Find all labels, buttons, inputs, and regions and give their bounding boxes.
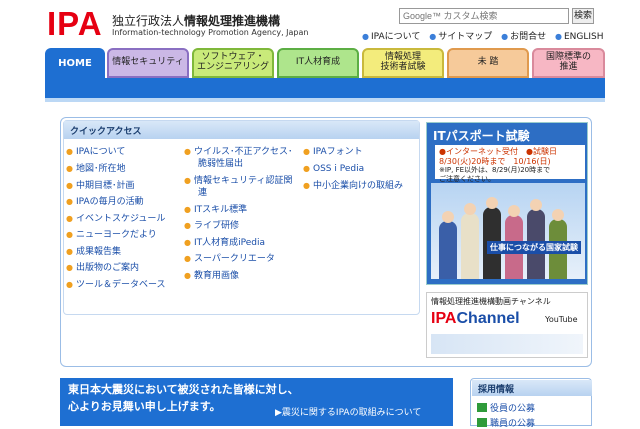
bullet-icon: ● <box>66 147 73 156</box>
qa-link-edu-images[interactable]: ● 教育用画像 <box>184 270 239 282</box>
qa-link-ipedia[interactable]: ● IT人材育成iPedia <box>184 237 265 249</box>
person-figure <box>439 221 457 279</box>
qa-link-tools[interactable]: ● ツール＆データベース <box>66 279 166 291</box>
banner-note2: ご注意ください。 <box>439 174 495 183</box>
tab-it-exam[interactable]: 情報処理 技術者試験 <box>362 48 444 78</box>
bullet-icon: ● <box>66 214 73 223</box>
recruit-box: 採用情報 役員の公募 職員の公募 <box>470 378 592 429</box>
org-main-name: 情報処理推進機構 <box>184 14 281 28</box>
person-head <box>552 209 564 221</box>
quake-message-line2: 心よりお見舞い申し上げます。 <box>68 400 221 413</box>
banner-info: ●インターネット受付 ●試験日 8/30(火)20時まで 10/16(日) ※I… <box>435 145 585 183</box>
qa-link-publications[interactable]: ● 出版物のご案内 <box>66 262 139 274</box>
search-button[interactable]: 検索 <box>572 8 594 24</box>
qa-link-ipa-font[interactable]: ● IPAフォント <box>303 146 363 158</box>
recruit-title: 採用情報 <box>472 380 592 396</box>
ipa-channel-banner[interactable]: 情報処理推進機構動画チャンネル IPAChannel YouTube <box>426 292 588 358</box>
org-prefix: 独立行政法人 <box>112 14 185 28</box>
qa-link-reports[interactable]: ● 成果報告集 <box>66 246 121 258</box>
bullet-icon: ● <box>429 32 437 41</box>
bullet-icon: ● <box>184 238 191 247</box>
bullet-icon: ● <box>184 271 191 280</box>
banner-illustration <box>431 183 585 279</box>
tab-home[interactable]: HOME <box>45 48 105 78</box>
qa-link-about[interactable]: ● IPAについて <box>66 146 125 158</box>
bullet-icon: ● <box>66 247 73 256</box>
util-link-contact[interactable]: ● お問合せ <box>501 32 546 42</box>
recruit-link-staff[interactable]: 職員の公募 <box>477 416 535 429</box>
bullet-icon: ● <box>66 164 73 173</box>
tab-it-human-resources[interactable]: IT人材育成 <box>277 48 359 78</box>
bullet-icon: ● <box>362 32 369 41</box>
nav-underline <box>45 98 605 102</box>
person-head <box>508 205 520 217</box>
it-passport-banner[interactable]: ITパスポート試験 ●インターネット受付 ●試験日 8/30(火)20時まで 1… <box>426 122 588 285</box>
util-link-about[interactable]: ● IPAについて <box>362 32 420 42</box>
bullet-icon: ● <box>184 205 191 214</box>
qa-link-virus-report-cont[interactable]: 脆弱性届出 <box>198 158 243 170</box>
bullet-icon: ● <box>303 147 310 156</box>
quick-access-title: クイックアクセス <box>64 121 419 139</box>
bullet-icon: ● <box>501 32 509 41</box>
bullet-icon: ● <box>66 263 73 272</box>
qa-link-virus-report[interactable]: ● ウイルス･不正アクセス･ <box>184 146 293 158</box>
quake-initiatives-link[interactable]: ▶震災に関するIPAの取組みについて <box>275 405 421 418</box>
org-name: 独立行政法人情報処理推進機構 <box>112 12 280 29</box>
bullet-icon: ● <box>66 197 73 206</box>
qa-link-it-skill[interactable]: ● ITスキル標準 <box>184 204 247 216</box>
qa-link-super-creator[interactable]: ● スーパークリエータ <box>184 253 275 265</box>
utility-links: ● IPAについて ● サイトマップ ● お問合せ ● ENGLISH <box>362 29 610 42</box>
quake-message-line1: 東日本大震災において被災された皆様に対し、 <box>68 383 299 396</box>
recruit-link-executives[interactable]: 役員の公募 <box>477 401 535 414</box>
person-head <box>530 199 542 211</box>
util-link-english[interactable]: ● ENGLISH <box>555 32 604 42</box>
bullet-icon: ● <box>184 147 191 156</box>
bullet-icon: ● <box>184 254 191 263</box>
person-figure <box>461 213 479 279</box>
banner-line1: ●インターネット受付 ●試験日 <box>439 147 557 156</box>
ipa-logo[interactable]: IPA <box>47 5 103 43</box>
banner-note: ※IP, FE以外は、8/29(月)20時まで <box>439 166 551 175</box>
nav-bar <box>45 78 605 98</box>
header: IPA 独立行政法人情報処理推進機構 Information-technolog… <box>0 0 640 50</box>
channel-illustration <box>431 334 583 354</box>
bullet-icon: ● <box>66 280 73 289</box>
channel-caption: 情報処理推進機構動画チャンネル <box>431 297 551 306</box>
channel-logo: IPAChannel <box>431 310 520 327</box>
qa-link-sme[interactable]: ● 中小企業向けの取組み <box>303 180 403 192</box>
bullet-icon: ● <box>66 230 73 239</box>
person-head <box>464 203 476 215</box>
util-link-sitemap[interactable]: ● サイトマップ <box>429 32 492 42</box>
banner-slogan: 仕事につながる国家試験 <box>487 241 581 254</box>
search-input[interactable] <box>399 8 569 24</box>
bullet-icon: ● <box>303 181 310 190</box>
bullet-icon: ● <box>184 221 191 230</box>
qa-link-events[interactable]: ● イベントスケジュール <box>66 213 165 225</box>
qa-link-live-training[interactable]: ● ライブ研修 <box>184 220 239 232</box>
qa-link-map[interactable]: ● 地図･所在地 <box>66 163 126 175</box>
main-nav: HOME 情報セキュリティ ソフトウェア・ エンジニアリング IT人材育成 情報… <box>45 48 605 78</box>
bullet-icon: ● <box>66 181 73 190</box>
qa-link-security-cert-cont[interactable]: 連 <box>198 187 207 199</box>
tab-mitou[interactable]: 未 踏 <box>447 48 529 78</box>
person-head <box>486 197 498 209</box>
youtube-label: YouTube <box>545 315 578 324</box>
banner-line2: 8/30(火)20時まで 10/16(日) <box>439 156 551 166</box>
tab-software-engineering[interactable]: ソフトウェア・ エンジニアリング <box>192 48 274 78</box>
bullet-icon: ● <box>303 164 310 173</box>
banner-title: ITパスポート試験 <box>433 129 530 143</box>
earthquake-notice: 東日本大震災において被災された皆様に対し、 心よりお見舞い申し上げます。 ▶震災… <box>60 378 453 426</box>
qa-link-goals[interactable]: ● 中期目標･計画 <box>66 180 135 192</box>
tab-security[interactable]: 情報セキュリティ <box>107 48 189 78</box>
qa-link-monthly[interactable]: ● IPAの毎月の活動 <box>66 196 144 208</box>
bullet-icon: ● <box>184 176 191 185</box>
qa-link-security-cert[interactable]: ● 情報セキュリティ認証関 <box>184 175 292 187</box>
org-name-english: Information-technology Promotion Agency,… <box>112 28 309 37</box>
tab-international-standards[interactable]: 国際標準の 推進 <box>532 48 605 78</box>
person-head <box>442 211 454 223</box>
qa-link-newyork[interactable]: ● ニューヨークだより <box>66 229 157 241</box>
document-icon <box>477 403 487 412</box>
qa-link-oss-ipedia[interactable]: ● OSS i Pedia <box>303 163 364 175</box>
bullet-icon: ● <box>555 32 562 41</box>
